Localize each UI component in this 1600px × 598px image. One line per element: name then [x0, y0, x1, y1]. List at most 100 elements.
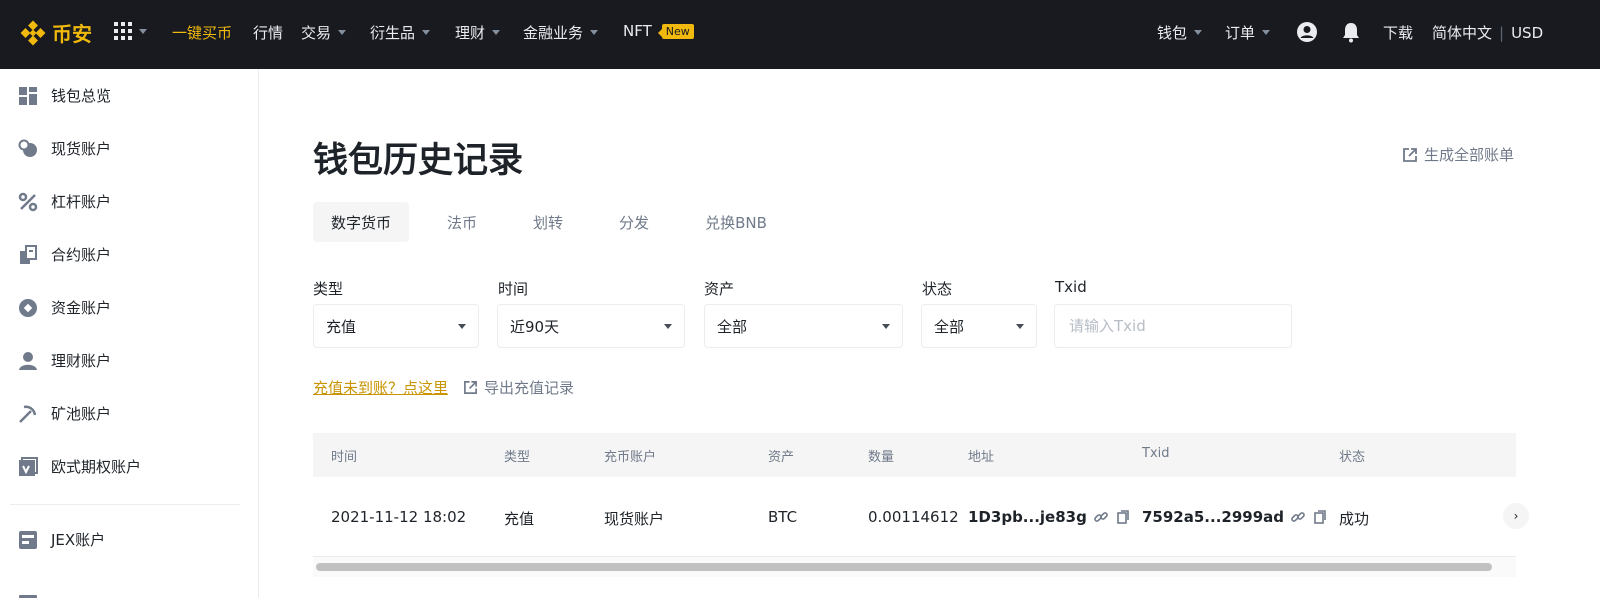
sidebar-item-label: 资金账户: [51, 299, 112, 317]
status-select-value: 全部: [934, 317, 965, 336]
tab-crypto[interactable]: 数字货币: [313, 202, 410, 242]
cell-time: 2021-11-12 18:02: [331, 508, 467, 526]
sidebar-item-label: 钱包总览: [51, 87, 112, 105]
earn-icon: [18, 351, 38, 371]
nav-derivatives-label: 衍生品: [370, 24, 416, 42]
sidebar-item-jex[interactable]: JEX账户: [0, 513, 258, 566]
asset-select-value: 全部: [717, 317, 748, 336]
chevron-down-icon: [1262, 30, 1271, 35]
nav-nft[interactable]: NFT New: [623, 22, 694, 40]
copy-icon[interactable]: [1115, 509, 1131, 525]
column-header-time: 时间: [331, 450, 358, 465]
link-icon[interactable]: [1290, 509, 1306, 525]
page-title: 钱包历史记录: [313, 141, 524, 181]
time-select[interactable]: 近90天: [497, 304, 685, 348]
column-header-asset: 资产: [768, 450, 795, 465]
sidebar-item-label: 杠杆账户: [51, 193, 112, 211]
asset-filter-label: 资产: [704, 280, 735, 298]
dashboard-icon: [18, 86, 38, 106]
funding-icon: [18, 298, 38, 318]
sidebar-item-earn[interactable]: 理财账户: [0, 334, 258, 387]
nav-wallet-label: 钱包: [1157, 24, 1188, 42]
tab-distribution[interactable]: 分发: [601, 202, 667, 242]
user-avatar-icon: [1297, 22, 1317, 42]
nav-orders[interactable]: 订单: [1225, 22, 1271, 43]
deposit-missing-link[interactable]: 充值未到账？点这里: [313, 377, 448, 398]
sidebar-item-label: 理财账户: [51, 352, 112, 370]
nav-finance[interactable]: 金融业务: [523, 22, 599, 43]
external-link-icon: [464, 381, 477, 394]
table-row: 2021-11-12 18:02 充值 现货账户 BTC 0.00114612 …: [313, 477, 1529, 557]
nav-earn-label: 理财: [455, 24, 486, 42]
brand-name: 币安: [52, 22, 92, 46]
column-header-amount: 数量: [868, 450, 895, 465]
txid-input[interactable]: [1054, 304, 1292, 348]
link-icon[interactable]: [1093, 509, 1109, 525]
txid-text: 7592a5...2999ad: [1142, 508, 1285, 526]
cell-amount: 0.00114612: [868, 508, 959, 526]
bell-icon: [1343, 23, 1359, 43]
chevron-down-icon: [492, 30, 501, 35]
sidebar-item-pool[interactable]: 矿池账户: [0, 387, 258, 440]
sidebar-item-label: 现货账户: [51, 140, 112, 158]
scrollbar-thumb[interactable]: [316, 563, 1492, 571]
currency-label: USD: [1511, 23, 1544, 42]
status-select[interactable]: 全部: [921, 304, 1037, 348]
notifications-button[interactable]: [1341, 21, 1361, 43]
sidebar-item-partial[interactable]: [0, 566, 258, 598]
nav-finance-label: 金融业务: [523, 24, 584, 42]
apps-menu-button[interactable]: [114, 22, 147, 40]
language-label: 简体中文: [1432, 24, 1493, 42]
top-navbar: 币安 一键买币 行情 交易 衍生品 理财 金融业务 NFT New 钱包 订单 …: [0, 0, 1600, 69]
chevron-down-icon: [1016, 323, 1024, 329]
nav-download-label: 下载: [1383, 24, 1414, 42]
sidebar-item-label: JEX账户: [51, 531, 106, 549]
nav-wallet[interactable]: 钱包: [1157, 22, 1203, 43]
cell-account: 现货账户: [604, 510, 665, 528]
generate-statement-link[interactable]: 生成全部账单: [1402, 144, 1514, 165]
horizontal-scrollbar[interactable]: [313, 557, 1516, 577]
export-deposit-link[interactable]: 导出充值记录: [463, 377, 574, 398]
sidebar-item-options[interactable]: 欧式期权账户: [0, 440, 258, 493]
row-expand-button[interactable]: ›: [1503, 503, 1529, 529]
status-filter-label: 状态: [922, 280, 953, 298]
type-select[interactable]: 充值: [313, 304, 479, 348]
pool-icon: [18, 404, 38, 424]
export-deposit-label: 导出充值记录: [484, 379, 575, 397]
sidebar: 钱包总览 现货账户 杠杆账户 合约账户 资金账户 理财账户 矿池账户 欧式期权账…: [0, 69, 259, 598]
nav-markets[interactable]: 行情: [253, 22, 283, 43]
profile-button[interactable]: [1296, 21, 1318, 43]
nav-earn[interactable]: 理财: [455, 22, 501, 43]
nav-trade[interactable]: 交易: [301, 22, 347, 43]
brand-logo[interactable]: 币安: [20, 18, 92, 47]
column-header-txid: Txid: [1142, 446, 1170, 461]
chevron-down-icon: [458, 323, 466, 329]
nav-markets-label: 行情: [253, 24, 284, 42]
tab-transfer[interactable]: 划转: [515, 202, 581, 242]
cell-type: 充值: [504, 510, 535, 528]
sidebar-item-margin[interactable]: 杠杆账户: [0, 175, 258, 228]
tab-fiat[interactable]: 法币: [429, 202, 495, 242]
cell-asset: BTC: [768, 508, 798, 526]
sidebar-item-spot[interactable]: 现货账户: [0, 122, 258, 175]
chevron-down-icon: [590, 30, 599, 35]
binance-logo-icon: [20, 20, 46, 45]
futures-icon: [18, 244, 38, 265]
nav-buy-crypto-label: 一键买币: [172, 24, 233, 42]
sidebar-item-wallet-overview[interactable]: 钱包总览: [0, 69, 258, 122]
chevron-down-icon: [338, 30, 347, 35]
language-currency-selector[interactable]: 简体中文 | USD: [1432, 22, 1543, 43]
chevron-down-icon: [882, 323, 890, 329]
tab-convert-bnb[interactable]: 兑换BNB: [687, 202, 785, 242]
nav-download[interactable]: 下载: [1383, 22, 1413, 43]
sidebar-item-label: 合约账户: [51, 246, 112, 264]
chevron-down-icon: [139, 28, 147, 34]
asset-select[interactable]: 全部: [704, 304, 903, 348]
sidebar-item-futures[interactable]: 合约账户: [0, 228, 258, 281]
new-badge: New: [657, 23, 694, 39]
copy-icon[interactable]: [1312, 509, 1328, 525]
nav-nft-label: NFT: [623, 22, 652, 40]
nav-derivatives[interactable]: 衍生品: [370, 22, 431, 43]
nav-buy-crypto[interactable]: 一键买币: [172, 22, 232, 43]
sidebar-item-funding[interactable]: 资金账户: [0, 281, 258, 334]
